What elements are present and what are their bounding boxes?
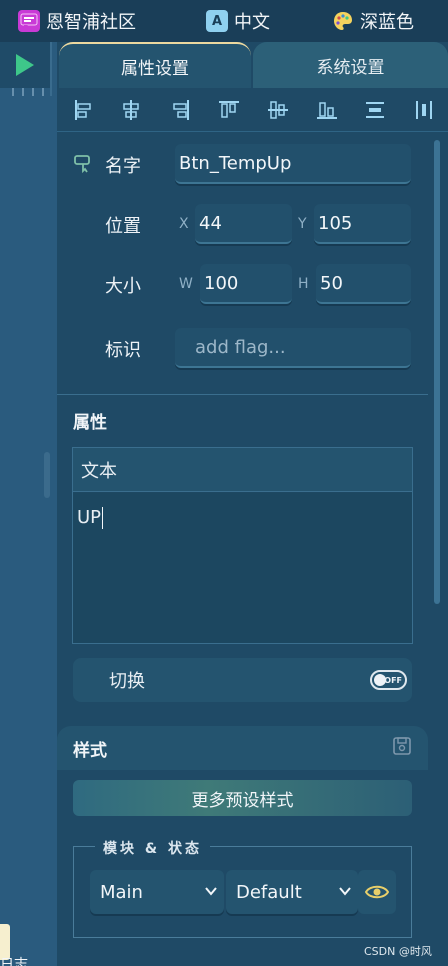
eye-icon xyxy=(365,885,389,899)
switch-row: 切换 xyxy=(73,658,412,702)
distribute-vertical-icon[interactable] xyxy=(363,98,387,122)
more-preset-styles-button[interactable]: 更多预设样式 xyxy=(73,780,412,816)
chat-icon xyxy=(18,10,40,32)
chevron-down-icon xyxy=(205,887,217,896)
divider xyxy=(57,394,428,395)
save-icon[interactable] xyxy=(392,736,412,761)
translate-icon: A xyxy=(206,10,228,32)
x-axis-label: X xyxy=(179,216,189,232)
size-label: 大小 xyxy=(105,276,141,297)
resize-handle[interactable] xyxy=(44,452,50,498)
align-left-icon[interactable] xyxy=(72,98,96,122)
link-icon xyxy=(73,152,95,179)
height-input[interactable]: 50 xyxy=(316,264,411,304)
align-v-center-icon[interactable] xyxy=(266,98,290,122)
ruler xyxy=(12,88,48,96)
play-icon xyxy=(16,54,34,76)
style-title: 样式 xyxy=(73,741,107,761)
language-switch[interactable]: A 中文 xyxy=(206,0,270,42)
palette-icon xyxy=(332,10,354,32)
theme-switch[interactable]: 深蓝色 xyxy=(332,0,414,42)
switch-label: 切换 xyxy=(109,671,145,692)
name-input[interactable]: Btn_TempUp xyxy=(175,144,411,184)
run-button[interactable] xyxy=(0,42,50,88)
language-label: 中文 xyxy=(234,12,270,33)
panel-scrollbar[interactable] xyxy=(434,140,440,604)
y-axis-label: Y xyxy=(298,216,307,232)
tab-system-settings[interactable]: 系统设置 xyxy=(253,42,448,88)
text-label: 文本 xyxy=(73,448,412,492)
w-axis-label: W xyxy=(179,276,193,292)
align-h-center-icon[interactable] xyxy=(119,98,143,122)
chevron-down-icon xyxy=(339,887,351,896)
align-right-icon[interactable] xyxy=(168,98,192,122)
align-top-icon[interactable] xyxy=(217,98,241,122)
community-link[interactable]: 恩智浦社区 xyxy=(18,0,136,42)
theme-label: 深蓝色 xyxy=(360,12,414,33)
width-input[interactable]: 100 xyxy=(200,264,292,304)
community-label: 恩智浦社区 xyxy=(46,12,136,33)
position-label: 位置 xyxy=(105,216,141,237)
module-select[interactable]: Main xyxy=(90,870,224,914)
style-header xyxy=(57,726,428,770)
flag-label: 标识 xyxy=(105,340,141,361)
align-bottom-icon[interactable] xyxy=(315,98,339,122)
canvas-area[interactable] xyxy=(0,42,57,966)
h-axis-label: H xyxy=(298,276,309,292)
tab-property-settings[interactable]: 属性设置 xyxy=(59,42,251,88)
x-input[interactable]: 44 xyxy=(195,204,292,244)
text-textarea[interactable]: UP xyxy=(73,493,412,643)
visibility-button[interactable] xyxy=(358,870,396,914)
y-input[interactable]: 105 xyxy=(314,204,411,244)
divider xyxy=(50,42,52,96)
align-toolbar xyxy=(57,88,448,132)
attributes-title: 属性 xyxy=(73,413,107,433)
log-tab[interactable]: 日志 xyxy=(0,954,28,966)
name-label: 名字 xyxy=(105,156,141,177)
switch-toggle[interactable]: OFF xyxy=(370,670,407,690)
distribute-horizontal-icon[interactable] xyxy=(412,98,436,122)
state-select[interactable]: Default xyxy=(226,870,358,914)
module-state-legend: 模块 & 状态 xyxy=(95,838,210,858)
watermark: CSDN @时风 xyxy=(364,945,432,958)
flag-input[interactable]: add flag... xyxy=(175,328,411,368)
